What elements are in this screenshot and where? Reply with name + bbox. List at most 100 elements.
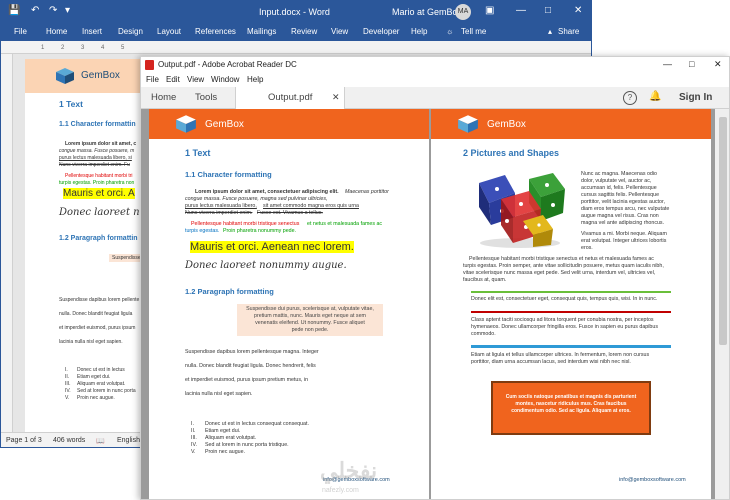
gembox-logo-icon (458, 115, 478, 133)
menu-view[interactable]: View (187, 75, 204, 84)
page-footer-email[interactable]: info@gemboxsoftware.com (619, 477, 686, 483)
list-item: Etiam eget dui. (205, 428, 241, 434)
paragraph-line: Suspendisse dapibus lorem pellente (59, 297, 140, 303)
scrollbar-thumb[interactable] (719, 117, 727, 345)
list-number: IV. (65, 388, 71, 394)
close-icon[interactable]: ✕ (714, 59, 722, 70)
menu-help[interactable]: Help (247, 75, 263, 84)
tab-mailings[interactable]: Mailings (247, 27, 276, 36)
tab-home[interactable]: Home (46, 27, 67, 36)
blue-rule (471, 345, 671, 348)
minimize-icon[interactable]: — (516, 5, 526, 16)
word-ribbon-tabs: File Home Insert Design Layout Reference… (1, 23, 591, 41)
page-count[interactable]: Page 1 of 3 (6, 437, 42, 444)
rule-text: hymenaeos. Donec ullamcorper fringilla e… (471, 324, 658, 330)
acrobat-tab-bar: Home Tools Output.pdf ✕ ? 🔔 Sign In (141, 87, 729, 109)
rule-text: Class aptent taciti sociosqu ad litora t… (471, 317, 654, 323)
tab-developer[interactable]: Developer (363, 27, 399, 36)
sign-in-button[interactable]: Sign In (679, 92, 712, 103)
avatar[interactable]: MA (455, 4, 471, 20)
gembox-logo-icon (176, 115, 196, 133)
script-text: Donec laoreet nonummy augue. (185, 260, 347, 271)
side-text-line: eros. (581, 245, 593, 251)
share-icon: ▴ (548, 27, 553, 36)
document-header: GemBox (25, 59, 147, 93)
paragraph-line: vitae scelerisque nunc massa eget pede. … (463, 270, 656, 276)
blue-text: turpis egestas. (185, 228, 220, 234)
paragraph-line: nulla. Donec blandit feugiat ligula. Don… (185, 363, 316, 369)
word-user-name[interactable]: Mario at GemBox (392, 7, 462, 17)
horizontal-ruler[interactable]: 1 2 3 4 5 (1, 41, 591, 54)
word-titlebar: 💾 ↶ ↷ ▾ Input.docx - Word Mario at GemBo… (1, 1, 591, 23)
bell-icon[interactable]: 🔔 (649, 91, 661, 102)
lorem-line: purus lectus malesuada libero, (185, 203, 257, 209)
menu-window[interactable]: Window (211, 75, 239, 84)
side-text-line: accumsan id, felis. Pellentesque (581, 185, 657, 191)
close-tab-icon[interactable]: ✕ (332, 92, 340, 103)
tab-insert[interactable]: Insert (82, 27, 102, 36)
vertical-ruler[interactable] (1, 54, 13, 432)
close-icon[interactable]: ✕ (574, 5, 582, 16)
paragraph-line: lacinia nulla nisl eget sapien. (59, 339, 123, 345)
lorem-line: congue massa. Fusce posuere, magna sed p… (185, 196, 328, 202)
word-count[interactable]: 406 words (53, 437, 85, 444)
lorem-line: Nunc viverra imperdiet enim. Fu (59, 162, 130, 168)
side-text-line: Vivamus a mi. Morbi neque. Aliquam (581, 231, 667, 237)
tab-references[interactable]: References (195, 27, 236, 36)
maximize-icon[interactable]: □ (689, 59, 694, 69)
tab-tools[interactable]: Tools (195, 92, 217, 103)
highlighted-text: Mauris et orci. A (63, 188, 135, 199)
lorem-line: Nunc viverra imperdiet enim. (185, 210, 253, 216)
word-window-title: Input.docx - Word (259, 7, 330, 17)
tab-view[interactable]: View (331, 27, 348, 36)
tab-home[interactable]: Home (151, 92, 176, 103)
tab-output-pdf[interactable]: Output.pdf ✕ (235, 87, 345, 109)
help-icon[interactable]: ? (623, 91, 637, 105)
ribbon-display-icon[interactable]: ▣ (485, 5, 494, 16)
tab-file[interactable]: File (14, 27, 27, 36)
word-document-page[interactable]: GemBox 1 Text 1.1 Character formattin Lo… (25, 59, 147, 433)
share-button[interactable]: Share (558, 27, 579, 36)
gembox-logo-icon (56, 68, 74, 84)
undo-icon[interactable]: ↶ (31, 5, 39, 16)
maximize-icon[interactable]: □ (545, 5, 551, 16)
redo-icon[interactable]: ↷ (49, 5, 57, 16)
list-item: Aliquam erat volutpat. (205, 435, 257, 441)
ruler-mark: 4 (101, 45, 105, 51)
list-item: Sed at lorem in nunc porta tristique. (205, 442, 289, 448)
vertical-scrollbar[interactable] (715, 109, 729, 499)
rule-text: porttitor, diam urna accumsan lacus, sed… (471, 359, 631, 365)
customize-icon[interactable]: ▾ (65, 5, 70, 16)
shaded-line: Suspendisse dui purus, scelerisque at, v… (246, 306, 374, 312)
tab-layout[interactable]: Layout (157, 27, 181, 36)
tell-me-box[interactable]: Tell me (461, 27, 486, 36)
list-item: Proin nec augue. (77, 395, 115, 401)
minimize-icon[interactable]: — (663, 59, 672, 69)
side-text-line: cursus sagittis felis. Pellentesque (581, 192, 660, 198)
menu-edit[interactable]: Edit (166, 75, 180, 84)
tab-design[interactable]: Design (118, 27, 143, 36)
menu-file[interactable]: File (146, 75, 159, 84)
language[interactable]: English (117, 437, 140, 444)
list-number: I. (65, 367, 68, 373)
tab-help[interactable]: Help (411, 27, 427, 36)
list-number: II. (65, 374, 70, 380)
save-icon[interactable]: 💾 (8, 5, 20, 16)
paragraph-line: lacinia nulla nisl eget sapien. (185, 391, 253, 397)
shape-text-line: condimentum odio. Sed ac ligula. Aliquam… (511, 408, 631, 414)
document-viewport[interactable]: GemBox 1 Text 1.1 Character formatting L… (141, 109, 729, 499)
side-text-line: magna vel ante adipiscing rhoncus. (581, 220, 665, 226)
acrobat-icon (145, 60, 154, 70)
tab-review[interactable]: Review (291, 27, 317, 36)
red-text: Pellentesque habitant morbi tri (65, 173, 133, 179)
green-text: turpis egestas. Proin pharetra non (59, 180, 135, 186)
list-number: I. (191, 421, 194, 427)
acrobat-menu-bar: File Edit View Window Help (141, 73, 729, 87)
proofing-icon[interactable]: 📖 (96, 437, 105, 445)
rule-text: commodo. (471, 331, 496, 337)
heading-1: 1 Text (59, 99, 83, 109)
pdf-page-1: GemBox 1 Text 1.1 Character formatting L… (149, 109, 429, 499)
heading-paragraph-formatting: 1.2 Paragraph formatting (185, 287, 274, 296)
side-text-line: erat volutpat. Integer ultrices lobortis (581, 238, 667, 244)
paragraph-line: Pellentesque habitant morbi tristique se… (469, 256, 654, 262)
